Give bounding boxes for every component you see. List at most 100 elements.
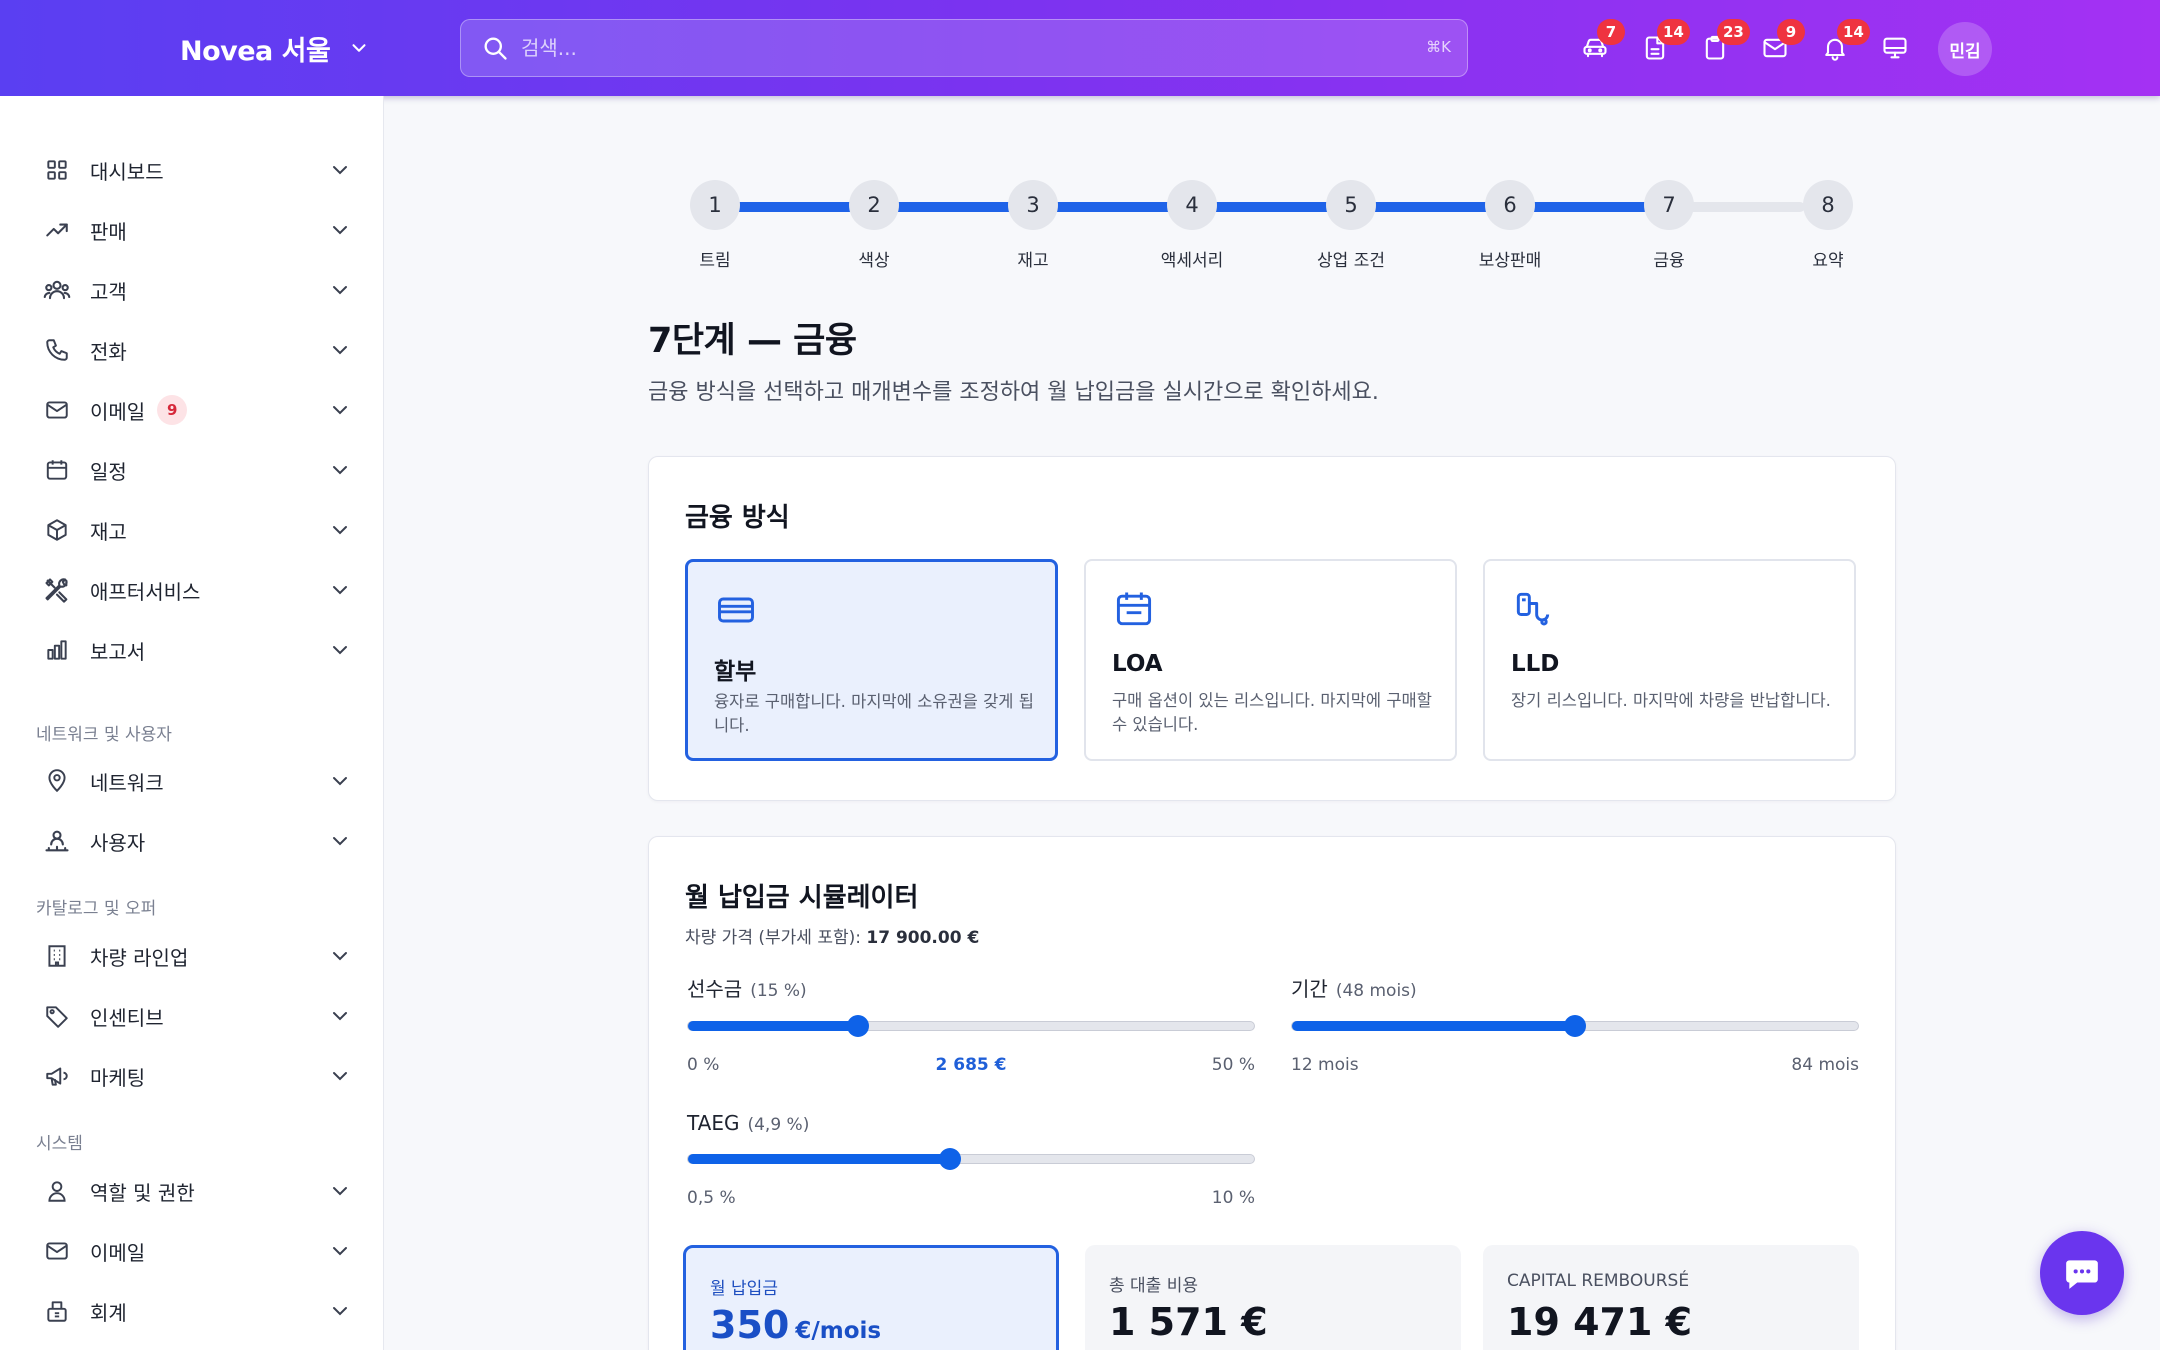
step-4[interactable]: 4 액세서리 xyxy=(1142,180,1242,271)
step-2[interactable]: 2 색상 xyxy=(824,180,924,271)
step-label: 재고 xyxy=(1017,251,1049,271)
top-bell-button[interactable]: 14 xyxy=(1805,18,1870,78)
slider-fill xyxy=(688,1021,858,1031)
result-label: CAPITAL REMBOURSÉ xyxy=(1507,1271,1690,1291)
slider-handle[interactable] xyxy=(1564,1015,1586,1037)
option-loa[interactable]: LOA 구매 옵션이 있는 리스입니다. 마지막에 구매할 수 있습니다. xyxy=(1084,559,1457,761)
sidebar-item-accounting[interactable]: 회계 xyxy=(40,1286,352,1336)
sidebar-item-reports[interactable]: 보고서 xyxy=(40,625,352,675)
page-subtitle: 금융 방식을 선택하고 매개변수를 조정하여 월 납입금을 실시간으로 확인하세… xyxy=(648,380,1379,405)
slider-min: 0,5 % xyxy=(687,1188,736,1208)
top-bar: Novea 서울 ⌘K 7 14 23 9 14 민김 xyxy=(0,0,2160,96)
payment-simulator-card: 월 납입금 시뮬레이터 차량 가격 (부가세 포함): 17 900.00 € … xyxy=(648,836,1896,1350)
sidebar-item-sales[interactable]: 판매 xyxy=(40,205,352,255)
megaphone-icon xyxy=(40,1059,74,1093)
sidebar-item-label: 일정 xyxy=(90,459,127,484)
sidebar-item-label: 애프터서비스 xyxy=(90,579,201,604)
card-title: 금융 방식 xyxy=(685,503,790,533)
slider-track[interactable] xyxy=(687,1148,1255,1170)
slider-max: 84 mois xyxy=(1791,1055,1859,1075)
search-box[interactable]: ⌘K xyxy=(460,19,1468,77)
brand-switcher[interactable]: Novea 서울 xyxy=(180,0,370,96)
step-5[interactable]: 5 상업 조건 xyxy=(1301,180,1401,271)
sidebar-item-customers[interactable]: 고객 xyxy=(40,265,352,315)
tag-icon xyxy=(40,999,74,1033)
chevron-down-icon xyxy=(333,166,347,175)
step-number: 8 xyxy=(1803,180,1853,230)
step-6[interactable]: 6 보상판매 xyxy=(1460,180,1560,271)
top-car-button[interactable]: 7 xyxy=(1565,18,1625,78)
sidebar-item-users[interactable]: 사용자 xyxy=(40,816,352,866)
sidebar-item-label: 인센티브 xyxy=(90,1005,164,1030)
vehicle-price-label: 차량 가격 (부가세 포함): xyxy=(685,928,861,948)
search-shortcut: ⌘K xyxy=(1426,38,1451,56)
sidebar-section-title: 카탈로그 및 오퍼 xyxy=(36,899,157,919)
chevron-down-icon xyxy=(333,1012,347,1021)
brand-name: Novea 서울 xyxy=(180,35,331,67)
capital-repaid-result: CAPITAL REMBOURSÉ 19 471 € xyxy=(1483,1245,1859,1350)
sidebar-item-email[interactable]: 이메일 9 xyxy=(40,385,352,435)
slider-track[interactable] xyxy=(687,1015,1255,1037)
down-payment-amount: 2 685 € xyxy=(935,1055,1007,1075)
sidebar-item-network[interactable]: 네트워크 xyxy=(40,756,352,806)
chevron-down-icon xyxy=(333,406,347,415)
step-8[interactable]: 8 요약 xyxy=(1778,180,1878,271)
chevron-down-icon xyxy=(333,952,347,961)
top-monitor-button[interactable] xyxy=(1865,18,1925,78)
sidebar-item-incentives[interactable]: 인센티브 xyxy=(40,991,352,1041)
mail-icon xyxy=(40,393,74,427)
top-document-button[interactable]: 14 xyxy=(1625,18,1690,78)
option-lld[interactable]: LLD 장기 리스입니다. 마지막에 차량을 반납합니다. xyxy=(1483,559,1856,761)
chevron-down-icon xyxy=(333,1187,347,1196)
option-title: LLD xyxy=(1511,651,1560,677)
sidebar-item-roles[interactable]: 역할 및 권한 xyxy=(40,1166,352,1216)
sidebar-item-system-email[interactable]: 이메일 xyxy=(40,1226,352,1276)
sidebar-item-label: 네트워크 xyxy=(90,770,164,795)
slider-label: 선수금 xyxy=(687,977,743,1001)
sidebar-item-inventory[interactable]: 재고 xyxy=(40,505,352,555)
chevron-down-icon xyxy=(333,1072,347,1081)
monitor-icon xyxy=(1883,37,1907,59)
step-1[interactable]: 1 트림 xyxy=(665,180,765,271)
key-icon xyxy=(1516,592,1550,626)
chevron-down-icon xyxy=(352,44,366,52)
top-clipboard-button[interactable]: 23 xyxy=(1685,18,1750,78)
slider-fill xyxy=(688,1154,951,1164)
top-mail-button[interactable]: 9 xyxy=(1745,18,1805,78)
result-unit: €/mois xyxy=(795,1318,882,1344)
chat-button[interactable] xyxy=(2040,1231,2124,1315)
sidebar-item-label: 대시보드 xyxy=(90,159,164,184)
chevron-down-icon xyxy=(333,837,347,846)
sidebar-item-label: 이메일 xyxy=(90,1240,146,1265)
sidebar-item-lineup[interactable]: 차량 라인업 xyxy=(40,931,352,981)
cash-register-icon xyxy=(40,1294,74,1328)
slider-handle[interactable] xyxy=(846,1015,869,1037)
sidebar-item-dashboard[interactable]: 대시보드 xyxy=(40,145,352,195)
slider-value: (15 %) xyxy=(750,981,807,1001)
result-value: 19 471 € xyxy=(1507,1300,1693,1344)
page-title: 7단계 — 금융 xyxy=(648,321,857,361)
search-input[interactable] xyxy=(521,20,1371,75)
progress-stepper: 1 트림 2 색상 3 재고 4 액세서리 5 상업 조건 6 보상판매 7 금융 8 요약 xyxy=(690,180,1853,271)
sidebar-item-schedule[interactable]: 일정 xyxy=(40,445,352,495)
step-3[interactable]: 3 재고 xyxy=(983,180,1083,271)
sidebar-item-phone[interactable]: 전화 xyxy=(40,325,352,375)
phone-icon xyxy=(40,333,74,367)
tools-icon xyxy=(40,573,74,607)
down-payment-slider: 선수금 (15 %) 2 685 € 0 % 50 % xyxy=(687,973,1255,1077)
calendar-icon xyxy=(1116,592,1152,626)
chevron-down-icon xyxy=(333,1247,347,1256)
avatar[interactable]: 민김 xyxy=(1938,22,1992,76)
sidebar-item-marketing[interactable]: 마케팅 xyxy=(40,1051,352,1101)
option-installment[interactable]: 할부 융자로 구매합니다. 마지막에 소유권을 갖게 됩니다. xyxy=(685,559,1058,761)
step-number: 3 xyxy=(1008,180,1058,230)
grid-icon xyxy=(40,153,74,187)
chevron-down-icon xyxy=(333,346,347,355)
step-number: 7 xyxy=(1644,180,1694,230)
user-icon xyxy=(40,1174,74,1208)
slider-handle[interactable] xyxy=(939,1148,962,1170)
sidebar-item-after-service[interactable]: 애프터서비스 xyxy=(40,565,352,615)
slider-track[interactable] xyxy=(1291,1015,1859,1037)
step-label: 트림 xyxy=(699,251,731,271)
step-7[interactable]: 7 금융 xyxy=(1619,180,1719,271)
